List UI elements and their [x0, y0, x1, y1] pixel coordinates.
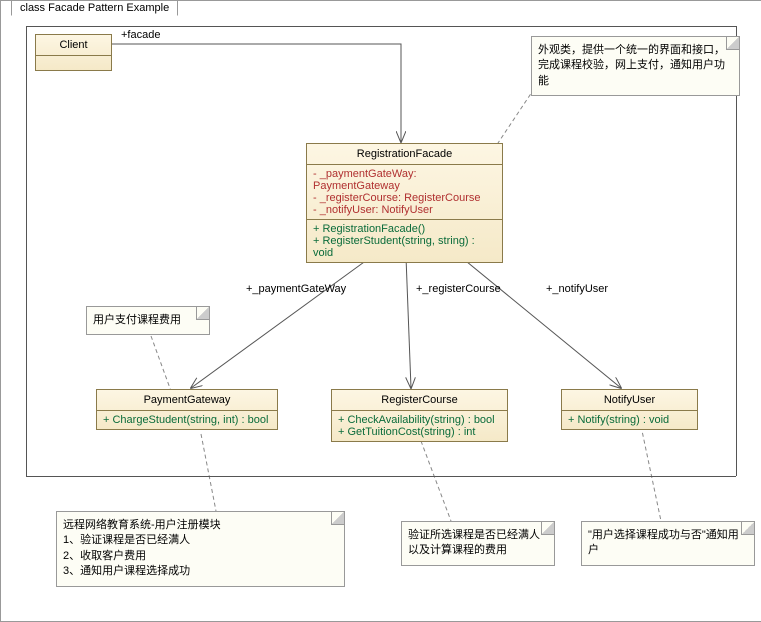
boundary-left — [26, 26, 28, 476]
assoc-pay-label: +_paymentGateWay — [246, 283, 346, 295]
note-system-l2: 2、收取客户费用 — [63, 549, 338, 564]
empty-section — [36, 56, 111, 70]
assoc-facade-label: +facade — [121, 29, 160, 41]
class-payment: PaymentGateway + ChargeStudent(string, i… — [96, 389, 278, 430]
facade-meth1: + RegistrationFacade() — [313, 223, 496, 235]
note-system-l1: 1、验证课程是否已经满人 — [63, 533, 338, 548]
note-payment: 用户支付课程费用 — [86, 306, 210, 335]
note-notify: "用户选择课程成功与否"通知用户 — [581, 521, 755, 566]
diagram-canvas: class Facade Pattern Example +facade +_p… — [0, 0, 761, 622]
boundary-bottom — [26, 476, 736, 478]
facade-meth2: + RegisterStudent(string, string) : void — [313, 235, 496, 259]
assoc-notify-label: +_notifyUser — [546, 283, 608, 295]
note-system-l3: 3、通知用户课程选择成功 — [63, 564, 338, 579]
class-client-name: Client — [36, 35, 111, 56]
class-client: Client — [35, 34, 112, 71]
class-register: RegisterCourse + CheckAvailability(strin… — [331, 389, 508, 442]
payment-name: PaymentGateway — [97, 390, 277, 411]
note-system: 远程网络教育系统-用户注册模块 1、验证课程是否已经满人 2、收取客户费用 3、… — [56, 511, 345, 587]
register-name: RegisterCourse — [332, 390, 507, 411]
note-system-title: 远程网络教育系统-用户注册模块 — [63, 518, 338, 533]
diagram-title: class Facade Pattern Example — [11, 0, 178, 16]
register-meth2: + GetTuitionCost(string) : int — [338, 426, 501, 438]
assoc-reg-label: +_registerCourse — [416, 283, 501, 295]
facade-attr1: - _paymentGateWay: PaymentGateway — [313, 168, 496, 192]
facade-attr2: - _registerCourse: RegisterCourse — [313, 192, 496, 204]
boundary-top — [26, 26, 736, 28]
register-meth1: + CheckAvailability(string) : bool — [338, 414, 501, 426]
notify-meth1: + Notify(string) : void — [568, 414, 691, 426]
notify-name: NotifyUser — [562, 390, 697, 411]
class-facade-name: RegistrationFacade — [307, 144, 502, 165]
facade-attr3: - _notifyUser: NotifyUser — [313, 204, 496, 216]
payment-meth1: + ChargeStudent(string, int) : bool — [103, 414, 271, 426]
note-register: 验证所选课程是否已经满人以及计算课程的费用 — [401, 521, 555, 566]
class-notify: NotifyUser + Notify(string) : void — [561, 389, 698, 430]
class-facade: RegistrationFacade - _paymentGateWay: Pa… — [306, 143, 503, 263]
note-facade: 外观类，提供一个统一的界面和接口，完成课程校验，网上支付，通知用户功能 — [531, 36, 740, 96]
